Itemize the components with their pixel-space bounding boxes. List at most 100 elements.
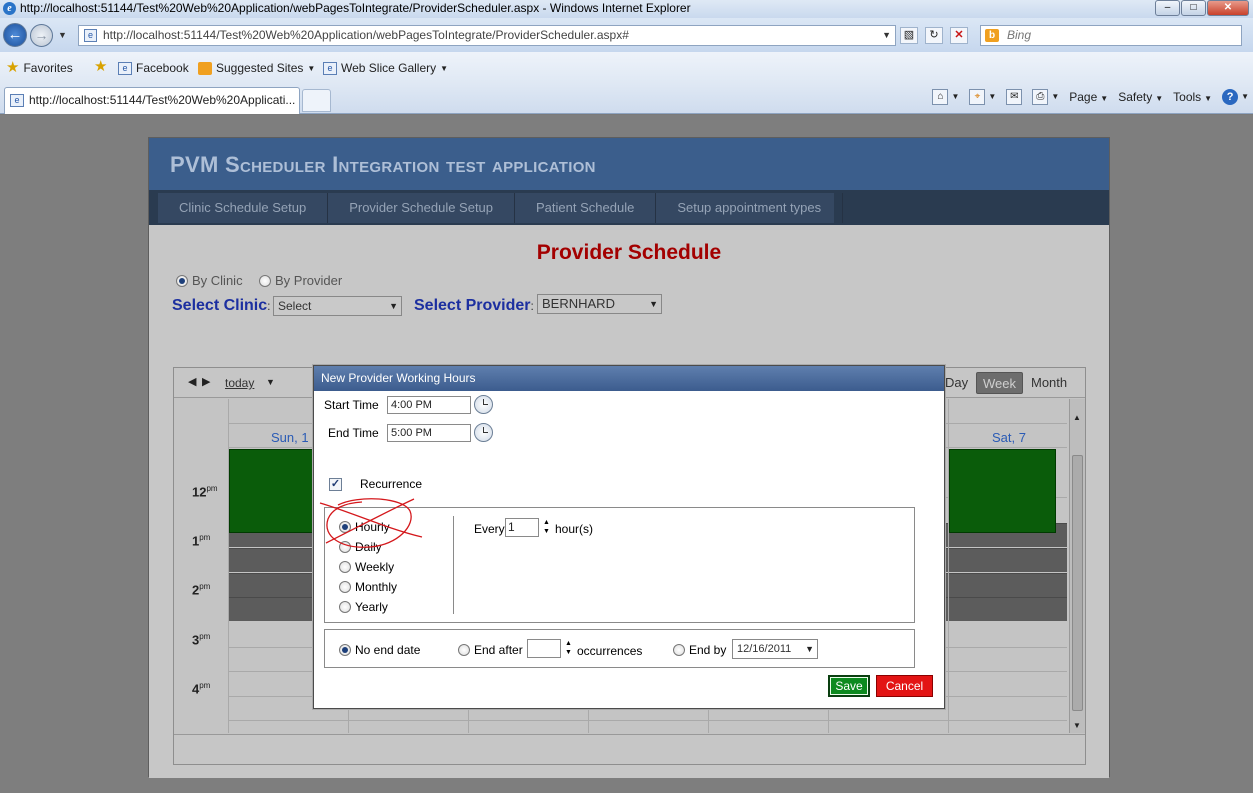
radio-by-clinic[interactable]: By Clinic — [176, 273, 243, 288]
range-end-by-radio[interactable] — [673, 644, 685, 656]
back-button[interactable]: ← — [3, 23, 27, 47]
stop-icon[interactable]: ✕ — [950, 27, 968, 44]
time-label-suffix: pm — [206, 484, 218, 493]
scroll-up-icon[interactable]: ▲ — [1073, 413, 1081, 422]
fav-web-slice-gallery[interactable]: e Web Slice Gallery ▼ — [323, 61, 448, 75]
mail-button[interactable]: ✉ — [1006, 88, 1023, 105]
address-dropdown-icon[interactable]: ▼ — [882, 26, 891, 45]
day-header-sun: Sun, 1 — [271, 430, 309, 445]
time-label-suffix: pm — [199, 582, 211, 591]
start-time-input[interactable]: 4:00 PM — [387, 396, 471, 414]
radio-by-provider-label: By Provider — [275, 273, 343, 288]
range-end-by[interactable]: End by — [673, 643, 726, 657]
pattern-yearly-radio[interactable] — [339, 601, 351, 613]
every-hours-input[interactable]: 1 — [505, 518, 539, 537]
select-provider-label: Select Provider: — [414, 297, 534, 315]
pattern-daily-radio[interactable] — [339, 541, 351, 553]
date-picker-dropdown-icon[interactable]: ▼ — [266, 377, 275, 387]
address-bar[interactable]: e http://localhost:51144/Test%20Web%20Ap… — [78, 25, 896, 46]
end-time-clock-icon[interactable] — [474, 423, 493, 442]
radio-by-provider-control[interactable] — [259, 274, 271, 287]
scroll-down-icon[interactable]: ▼ — [1073, 721, 1081, 730]
time-label: 3pm — [192, 632, 210, 647]
pattern-weekly[interactable]: Weekly — [339, 560, 394, 574]
search-box[interactable]: b Bing — [980, 25, 1242, 46]
print-button[interactable]: ⎙ ▼ — [1032, 88, 1059, 105]
browser-tab-active[interactable]: e http://localhost:51144/Test%20Web%20Ap… — [4, 87, 300, 114]
help-button[interactable]: ? ▼ — [1222, 88, 1249, 105]
scrollbar-thumb[interactable] — [1072, 455, 1083, 711]
working-hours-block[interactable] — [949, 449, 1056, 533]
pattern-monthly-radio[interactable] — [339, 581, 351, 593]
pattern-daily[interactable]: Daily — [339, 540, 382, 554]
fav-suggested-sites[interactable]: Suggested Sites ▼ — [198, 61, 315, 75]
recurrence-checkbox[interactable]: ✓ — [329, 478, 342, 491]
chevron-down-icon: ▼ — [440, 63, 449, 73]
minimize-button[interactable]: – — [1155, 0, 1180, 16]
scheduler-scrollbar[interactable]: ▲ ▼ — [1069, 399, 1085, 733]
select-provider-dropdown[interactable]: BERNHARD ▼ — [537, 294, 662, 314]
radio-by-clinic-control[interactable] — [176, 274, 188, 287]
range-no-end-radio[interactable] — [339, 644, 351, 656]
tools-menu[interactable]: Tools ▼ — [1173, 90, 1212, 104]
nav-setup-appointment-types[interactable]: Setup appointment types — [656, 193, 844, 223]
refresh-icon[interactable]: ↻ — [925, 27, 943, 44]
pattern-yearly[interactable]: Yearly — [339, 600, 388, 614]
forward-button[interactable]: → — [30, 24, 53, 47]
range-no-end-date[interactable]: No end date — [339, 643, 420, 657]
next-arrow-icon[interactable]: ▶ — [202, 375, 210, 388]
view-week-button[interactable]: Week — [976, 372, 1023, 394]
page-icon: e — [84, 29, 97, 42]
view-month-button[interactable]: Month — [1025, 372, 1073, 394]
new-tab-button[interactable] — [302, 89, 331, 112]
end-after-spinner[interactable]: ▲ ▼ — [564, 639, 573, 657]
cancel-button[interactable]: Cancel — [876, 675, 933, 697]
spin-up-icon[interactable]: ▲ — [564, 639, 573, 648]
spin-up-icon[interactable]: ▲ — [542, 518, 551, 527]
nav-clinic-schedule-setup[interactable]: Clinic Schedule Setup — [158, 193, 329, 223]
start-time-clock-icon[interactable] — [474, 395, 493, 414]
favorites-button[interactable]: ★ Favorites — [6, 60, 73, 75]
add-favorite-button[interactable]: ★ — [94, 59, 107, 74]
nav-provider-schedule-setup[interactable]: Provider Schedule Setup — [328, 193, 516, 223]
fav-web-slice-label: Web Slice Gallery — [341, 61, 437, 75]
range-end-after[interactable]: End after — [458, 643, 523, 657]
start-time-label: Start Time — [324, 398, 379, 412]
app-nav-menu: Clinic Schedule Setup Provider Schedule … — [158, 193, 844, 223]
app-header: PVM Scheduler Integration test applicati… — [149, 138, 1109, 190]
nav-patient-schedule[interactable]: Patient Schedule — [515, 193, 657, 223]
select-clinic-dropdown[interactable]: Select ▼ — [273, 296, 402, 316]
close-window-button[interactable]: ✕ — [1207, 0, 1249, 16]
search-placeholder: Bing — [1007, 28, 1032, 42]
end-by-date-picker[interactable]: 12/16/2011 ▼ — [732, 639, 818, 659]
prev-arrow-icon[interactable]: ◀ — [188, 375, 196, 388]
every-hours-spinner[interactable]: ▲ ▼ — [542, 518, 551, 536]
compatibility-view-icon[interactable]: ▧ — [900, 27, 918, 44]
safety-menu[interactable]: Safety ▼ — [1118, 90, 1163, 104]
page-icon: e — [323, 61, 337, 75]
feeds-button[interactable]: ⌖ ▼ — [969, 88, 996, 105]
select-clinic-colon: : — [267, 299, 271, 313]
range-end-after-radio[interactable] — [458, 644, 470, 656]
recent-pages-dropdown-icon[interactable]: ▼ — [58, 30, 67, 40]
spin-down-icon[interactable]: ▼ — [564, 648, 573, 657]
pattern-hourly-radio[interactable] — [339, 521, 351, 533]
time-label-suffix: pm — [199, 533, 211, 542]
pattern-monthly[interactable]: Monthly — [339, 580, 397, 594]
pattern-hourly[interactable]: Hourly — [339, 520, 390, 534]
home-button[interactable]: ⌂ ▼ — [932, 88, 959, 105]
pattern-weekly-radio[interactable] — [339, 561, 351, 573]
app-title: PVM Scheduler Integration test applicati… — [170, 152, 596, 178]
maximize-button[interactable]: □ — [1181, 0, 1206, 16]
fav-facebook[interactable]: e Facebook — [118, 61, 189, 75]
save-button[interactable]: Save — [828, 675, 870, 697]
today-link[interactable]: today — [225, 376, 254, 390]
radio-by-provider[interactable]: By Provider — [259, 273, 342, 288]
end-after-occurrences-input[interactable] — [527, 639, 561, 658]
spin-down-icon[interactable]: ▼ — [542, 527, 551, 536]
page-menu[interactable]: Page ▼ — [1069, 90, 1108, 104]
printer-icon: ⎙ — [1032, 89, 1049, 105]
favorites-bar: ★ Favorites ★ e Facebook Suggested Sites… — [0, 52, 1253, 84]
end-time-input[interactable]: 5:00 PM — [387, 424, 471, 442]
tools-menu-label: Tools — [1173, 89, 1202, 104]
